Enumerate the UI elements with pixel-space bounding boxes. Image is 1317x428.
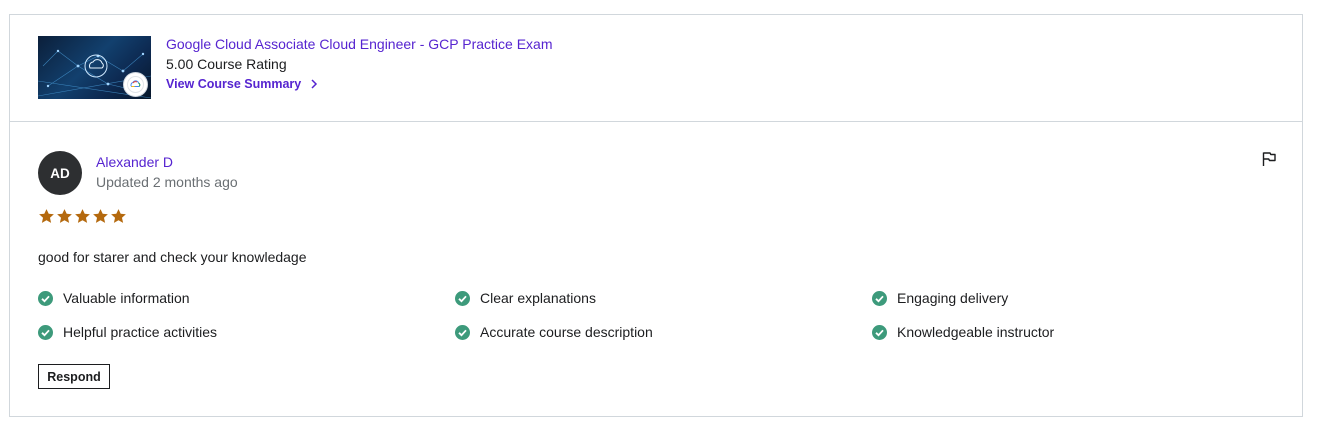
check-circle-icon <box>455 290 470 306</box>
review-timestamp: Updated 2 months ago <box>96 174 238 190</box>
check-circle-icon <box>38 290 53 306</box>
course-rating: 5.00 Course Rating <box>166 56 287 72</box>
tag-engaging-delivery: Engaging delivery <box>872 290 1008 306</box>
tag-clear-explanations: Clear explanations <box>455 290 596 306</box>
avatar: AD <box>38 151 82 195</box>
review-card: Google Cloud Associate Cloud Engineer - … <box>9 14 1303 417</box>
star-icon <box>75 209 90 223</box>
tag-accurate-course-description: Accurate course description <box>455 324 653 340</box>
check-circle-icon <box>455 324 470 340</box>
check-circle-icon <box>38 324 53 340</box>
google-cloud-badge-icon <box>123 72 148 97</box>
tag-label: Valuable information <box>63 290 190 306</box>
review-comment: good for starer and check your knowledag… <box>38 249 307 265</box>
tag-label: Engaging delivery <box>897 290 1009 306</box>
tag-valuable-information: Valuable information <box>38 290 190 306</box>
tag-label: Knowledgeable instructor <box>897 324 1055 340</box>
reviewer-name-link[interactable]: Alexander D <box>96 154 173 170</box>
course-thumbnail[interactable] <box>38 36 151 99</box>
star-icon <box>57 209 72 223</box>
check-circle-icon <box>872 324 887 340</box>
star-rating <box>38 208 128 225</box>
tag-label: Clear explanations <box>480 290 596 306</box>
tag-label: Accurate course description <box>480 324 653 340</box>
tag-label: Helpful practice activities <box>63 324 218 340</box>
check-circle-icon <box>872 290 887 306</box>
star-icon <box>111 209 126 223</box>
flag-icon[interactable] <box>1261 151 1277 167</box>
star-icon <box>39 209 54 223</box>
chevron-right-icon <box>311 79 318 89</box>
course-header: Google Cloud Associate Cloud Engineer - … <box>10 15 1302 122</box>
star-icon <box>93 209 108 223</box>
tag-knowledgeable-instructor: Knowledgeable instructor <box>872 324 1054 340</box>
view-course-summary-link[interactable]: View Course Summary <box>166 77 318 91</box>
course-title-link[interactable]: Google Cloud Associate Cloud Engineer - … <box>166 36 553 52</box>
respond-button[interactable]: Respond <box>38 364 110 389</box>
view-course-summary-label: View Course Summary <box>166 77 302 91</box>
tag-helpful-practice-activities: Helpful practice activities <box>38 324 217 340</box>
